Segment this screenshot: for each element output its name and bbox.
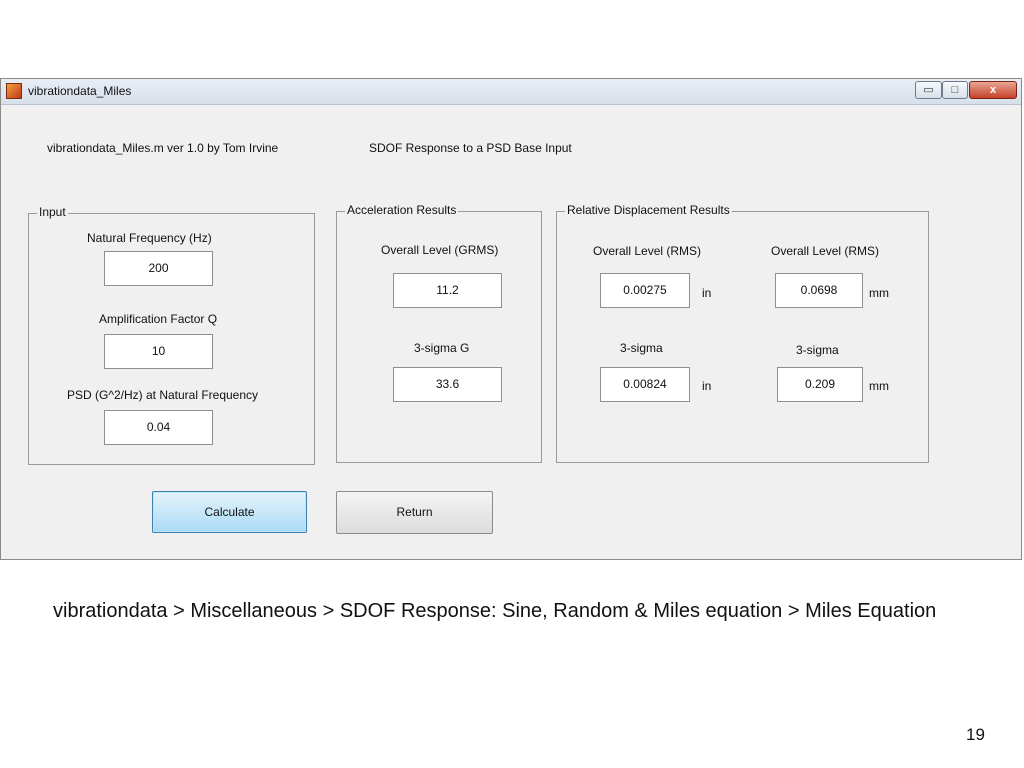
minimize-button[interactable]: ▭	[915, 81, 942, 99]
sigma3-g-output: 33.6	[393, 367, 502, 402]
overall-rms-mm-label: Overall Level (RMS)	[771, 244, 880, 258]
sigma3-in-output: 0.00824	[600, 367, 690, 402]
overall-rms-in-unit: in	[702, 286, 712, 300]
overall-grms-label: Overall Level (GRMS)	[381, 243, 499, 257]
app-window: vibrationdata_Miles ▭ □ x vibrationdata_…	[0, 78, 1022, 560]
page-number: 19	[966, 725, 985, 744]
input-legend: Input	[37, 205, 68, 219]
overall-grms-output: 11.2	[393, 273, 502, 308]
overall-rms-mm-unit: mm	[869, 286, 889, 300]
sigma3-in-unit: in	[702, 379, 712, 393]
sigma3-mm-unit: mm	[869, 379, 889, 393]
sigma3-g-label: 3-sigma G	[414, 341, 470, 355]
displacement-groupbox: Relative Displacement Results Overall Le…	[556, 203, 929, 463]
natural-frequency-label: Natural Frequency (Hz)	[87, 231, 212, 245]
acceleration-groupbox: Acceleration Results Overall Level (GRMS…	[336, 203, 542, 463]
maximize-button[interactable]: □	[942, 81, 968, 99]
window-title: vibrationdata_Miles	[28, 84, 132, 98]
sigma3-mm-output: 0.209	[777, 367, 863, 402]
overall-rms-mm-output: 0.0698	[775, 273, 863, 308]
calculate-button[interactable]: Calculate	[152, 491, 307, 533]
sigma3-in-label: 3-sigma	[620, 341, 663, 355]
return-button[interactable]: Return	[336, 491, 493, 534]
psd-input[interactable]: 0.04	[104, 410, 213, 445]
input-groupbox: Input Natural Frequency (Hz) 200 Amplifi…	[28, 205, 315, 465]
overall-rms-in-label: Overall Level (RMS)	[593, 244, 702, 258]
slide-caption: vibrationdata > Miscellaneous > SDOF Res…	[53, 600, 937, 622]
matlab-icon	[6, 83, 22, 99]
psd-label: PSD (G^2/Hz) at Natural Frequency	[67, 388, 259, 402]
displacement-legend: Relative Displacement Results	[565, 203, 732, 217]
title-bar[interactable]: vibrationdata_Miles ▭ □ x	[1, 79, 1021, 105]
sigma3-mm-label: 3-sigma	[796, 343, 839, 357]
window-client-area: vibrationdata_Miles.m ver 1.0 by Tom Irv…	[5, 107, 1017, 557]
amplification-q-label: Amplification Factor Q	[99, 312, 218, 326]
close-button[interactable]: x	[969, 81, 1017, 99]
program-label: vibrationdata_Miles.m ver 1.0 by Tom Irv…	[47, 141, 279, 155]
amplification-q-input[interactable]: 10	[104, 334, 213, 369]
overall-rms-in-output: 0.00275	[600, 273, 690, 308]
description-label: SDOF Response to a PSD Base Input	[369, 141, 572, 155]
acceleration-legend: Acceleration Results	[345, 203, 459, 217]
natural-frequency-input[interactable]: 200	[104, 251, 213, 286]
